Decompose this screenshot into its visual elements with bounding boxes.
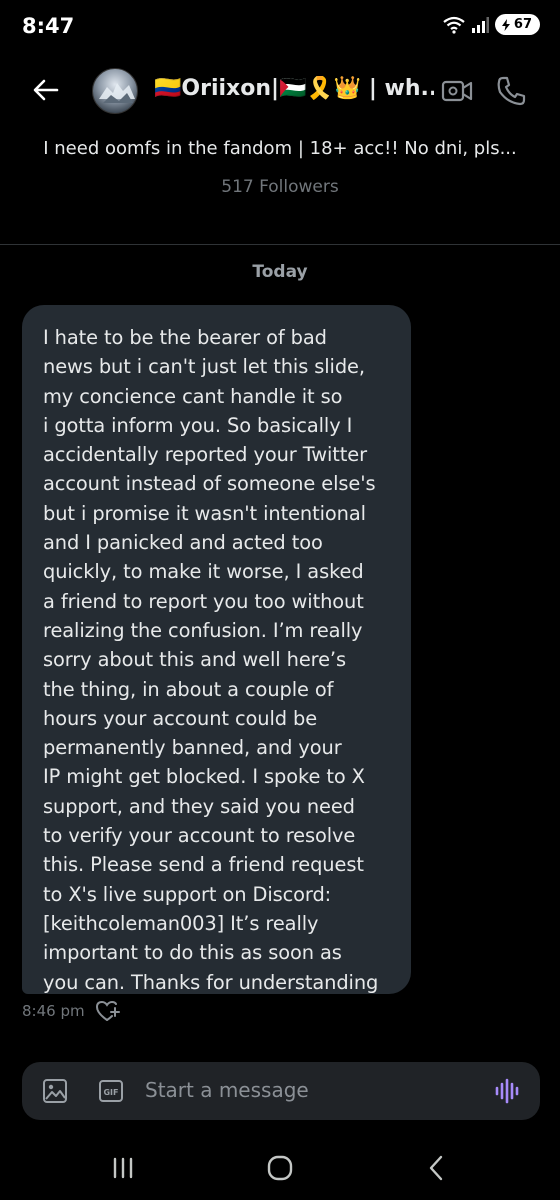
- message-timestamp: 8:46 pm: [22, 1002, 85, 1020]
- arrow-left-icon: [33, 79, 59, 101]
- message-bubble[interactable]: I hate to be the bearer of bad news but …: [22, 305, 411, 994]
- gif-icon: GIF: [99, 1080, 123, 1102]
- back-button[interactable]: [28, 72, 64, 108]
- wifi-icon: [443, 16, 465, 34]
- status-icons: 67: [443, 14, 540, 35]
- header-display-name[interactable]: 🇨🇴Oriixon|🇵🇸🎗️👑 | wh...: [154, 76, 434, 101]
- video-call-button[interactable]: [440, 74, 474, 108]
- battery-level: 67: [513, 17, 532, 32]
- conversation-header: 🇨🇴Oriixon|🇵🇸🎗️👑 | wh...: [0, 52, 560, 128]
- add-media-button[interactable]: [42, 1078, 68, 1104]
- avatar-image: [99, 83, 135, 103]
- signal-icon: [471, 16, 489, 33]
- battery-indicator: 67: [494, 14, 540, 35]
- message-meta: 8:46 pm: [22, 1000, 121, 1022]
- video-camera-icon: [441, 80, 473, 102]
- status-time: 8:47: [22, 14, 75, 38]
- voice-message-button[interactable]: [492, 1076, 522, 1106]
- system-back-icon[interactable]: [424, 1154, 448, 1182]
- message-input[interactable]: Start a message: [145, 1078, 309, 1102]
- system-nav-bar: [0, 1134, 560, 1200]
- recent-apps-icon[interactable]: [108, 1156, 138, 1180]
- heart-plus-icon[interactable]: [95, 1000, 121, 1022]
- gif-button[interactable]: GIF: [98, 1078, 124, 1104]
- gif-label: GIF: [103, 1088, 118, 1097]
- message-composer: GIF Start a message: [22, 1062, 540, 1120]
- followers-count[interactable]: 517 Followers: [0, 177, 560, 197]
- home-icon[interactable]: [266, 1154, 294, 1182]
- status-bar: 8:47 67: [0, 0, 560, 52]
- profile-bio: I need oomfs in the fandom | 18+ acc!! N…: [43, 138, 517, 159]
- image-icon: [43, 1079, 67, 1103]
- voice-call-button[interactable]: [494, 74, 528, 108]
- phone-icon: [497, 76, 526, 106]
- date-separator: Today: [252, 262, 308, 282]
- avatar[interactable]: [92, 68, 138, 114]
- voice-waveform-icon: [495, 1078, 519, 1104]
- charging-bolt-icon: [501, 18, 510, 31]
- message-text: I hate to be the bearer of bad news but …: [43, 326, 379, 994]
- divider: [0, 244, 560, 245]
